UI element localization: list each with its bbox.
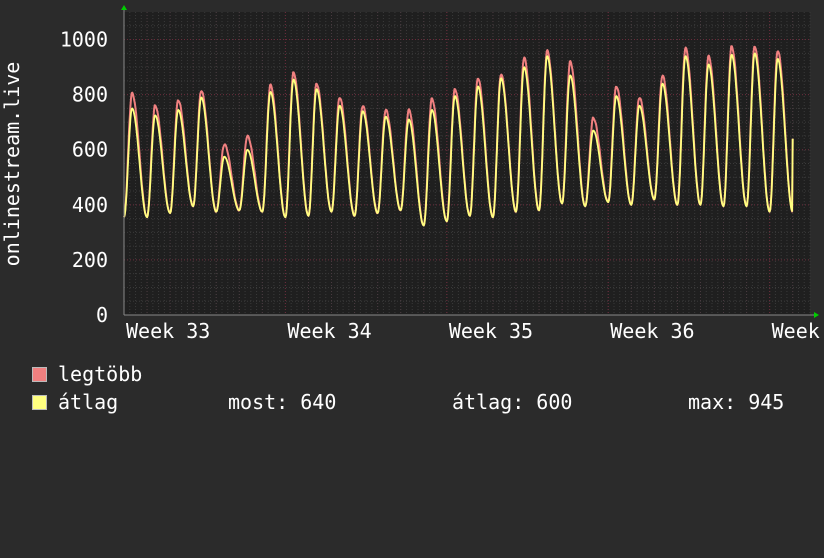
legend-label-avg: átlag bbox=[58, 390, 119, 414]
legend-item-max: legtöbb bbox=[32, 362, 142, 386]
stat-average: átlag: 600 bbox=[452, 390, 573, 414]
y-axis-label: onlinestream.live bbox=[0, 62, 24, 267]
stat-current: most: 640 bbox=[228, 390, 337, 414]
x-tick-label: Week 34 bbox=[287, 319, 371, 343]
x-tick-label: Week 36 bbox=[610, 319, 694, 343]
x-tick-label: Week 35 bbox=[449, 319, 533, 343]
stat-maximum: max: 945 bbox=[688, 390, 785, 414]
legend-item-avg: átlag most: 640 átlag: 600 max: 945 bbox=[32, 390, 812, 414]
legend-swatch-avg bbox=[32, 395, 47, 410]
y-tick-labels: 0 200 400 600 800 1000 bbox=[60, 28, 108, 327]
x-tick-labels: Week 33 Week 34 Week 35 Week 36 Week 37 bbox=[126, 319, 824, 343]
legend-label-max: legtöbb bbox=[58, 362, 143, 386]
x-tick-label: Week 33 bbox=[126, 319, 210, 343]
y-tick-label: 1000 bbox=[60, 28, 108, 52]
chart: 0 200 400 600 800 1000 Week 33 Week 34 Week 35 W… bbox=[0, 0, 824, 430]
y-tick-label: 400 bbox=[72, 193, 108, 217]
y-tick-label: 600 bbox=[72, 138, 108, 162]
y-tick-label: 0 bbox=[96, 303, 108, 327]
legend-swatch-max bbox=[32, 367, 47, 382]
x-axis-arrow-icon bbox=[814, 312, 819, 318]
y-tick-label: 800 bbox=[72, 83, 108, 107]
x-tick-label: Week 37 bbox=[772, 319, 824, 343]
y-tick-label: 200 bbox=[72, 248, 108, 272]
chart-svg: 02004006008001000 Week 33 Week 34 Week 35 W… bbox=[0, 5, 824, 343]
y-axis-arrow-icon bbox=[121, 5, 127, 10]
